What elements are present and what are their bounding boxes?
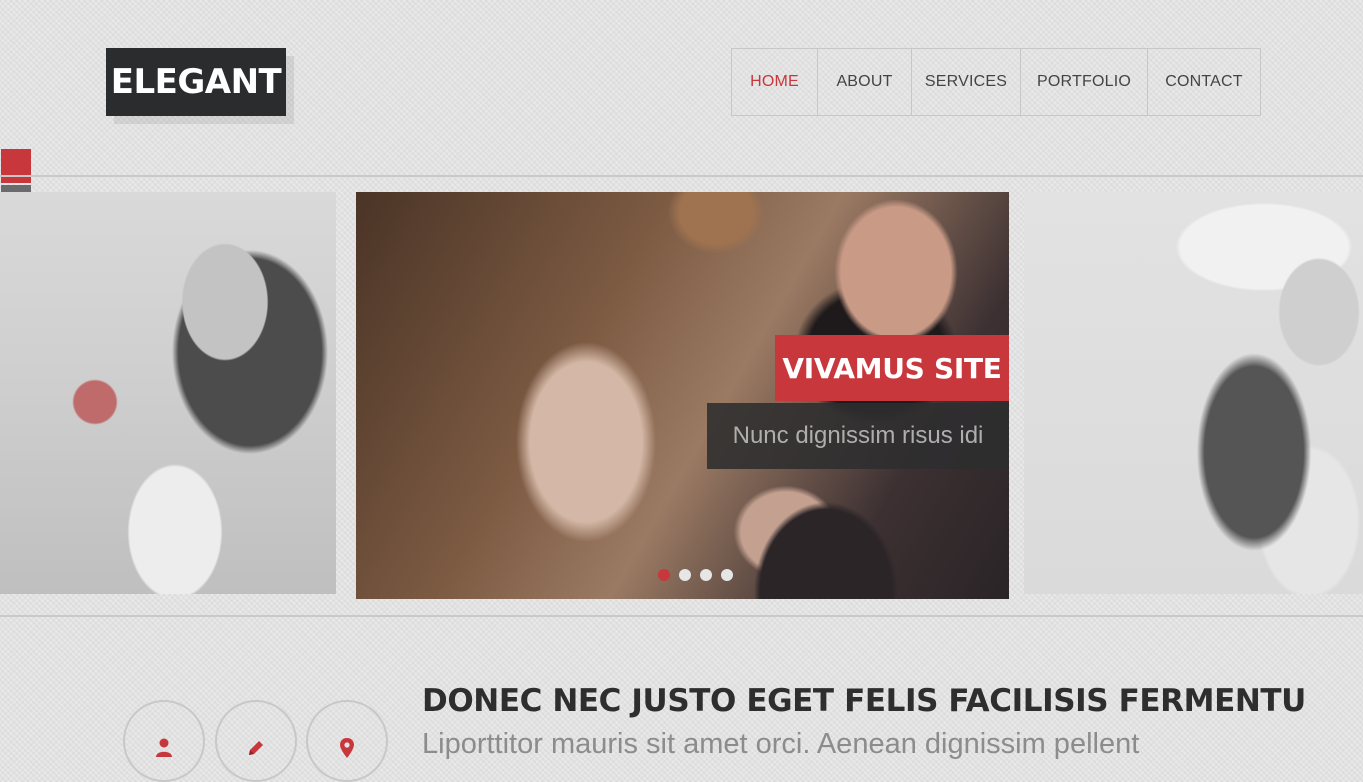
slider-dot-4[interactable] <box>721 569 733 581</box>
slider-dot-1[interactable] <box>658 569 670 581</box>
slider-dot-3[interactable] <box>700 569 712 581</box>
pencil-icon <box>246 738 266 762</box>
site-logo[interactable]: ELEGANT <box>106 48 286 116</box>
nav-about[interactable]: ABOUT <box>818 49 912 115</box>
nav-home[interactable]: HOME <box>732 49 818 115</box>
feature-text: Liporttitor mauris sit amet orci. Aenean… <box>422 728 1140 760</box>
slide-previous-image[interactable] <box>0 192 336 594</box>
feature-heading: DONEC NEC JUSTO EGET FELIS FACILISIS FER… <box>422 683 1306 719</box>
slide-caption-text: Nunc dignissim risus idi <box>707 403 1009 469</box>
section-divider <box>0 615 1363 617</box>
feature-user-button[interactable] <box>123 700 205 782</box>
slider-pagination <box>658 569 733 581</box>
nav-services[interactable]: SERVICES <box>912 49 1021 115</box>
nav-contact[interactable]: CONTACT <box>1148 49 1260 115</box>
map-pin-icon <box>339 738 355 762</box>
feature-edit-button[interactable] <box>215 700 297 782</box>
slide-next-image[interactable] <box>1024 192 1363 594</box>
slide-caption-title: VIVAMUS SITE <box>775 335 1009 401</box>
feature-location-button[interactable] <box>306 700 388 782</box>
slider-dot-2[interactable] <box>679 569 691 581</box>
main-nav: HOME ABOUT SERVICES PORTFOLIO CONTACT <box>731 48 1261 116</box>
header-divider <box>0 175 1363 177</box>
user-icon <box>155 738 173 762</box>
side-tab-red[interactable] <box>1 149 31 183</box>
nav-portfolio[interactable]: PORTFOLIO <box>1021 49 1148 115</box>
